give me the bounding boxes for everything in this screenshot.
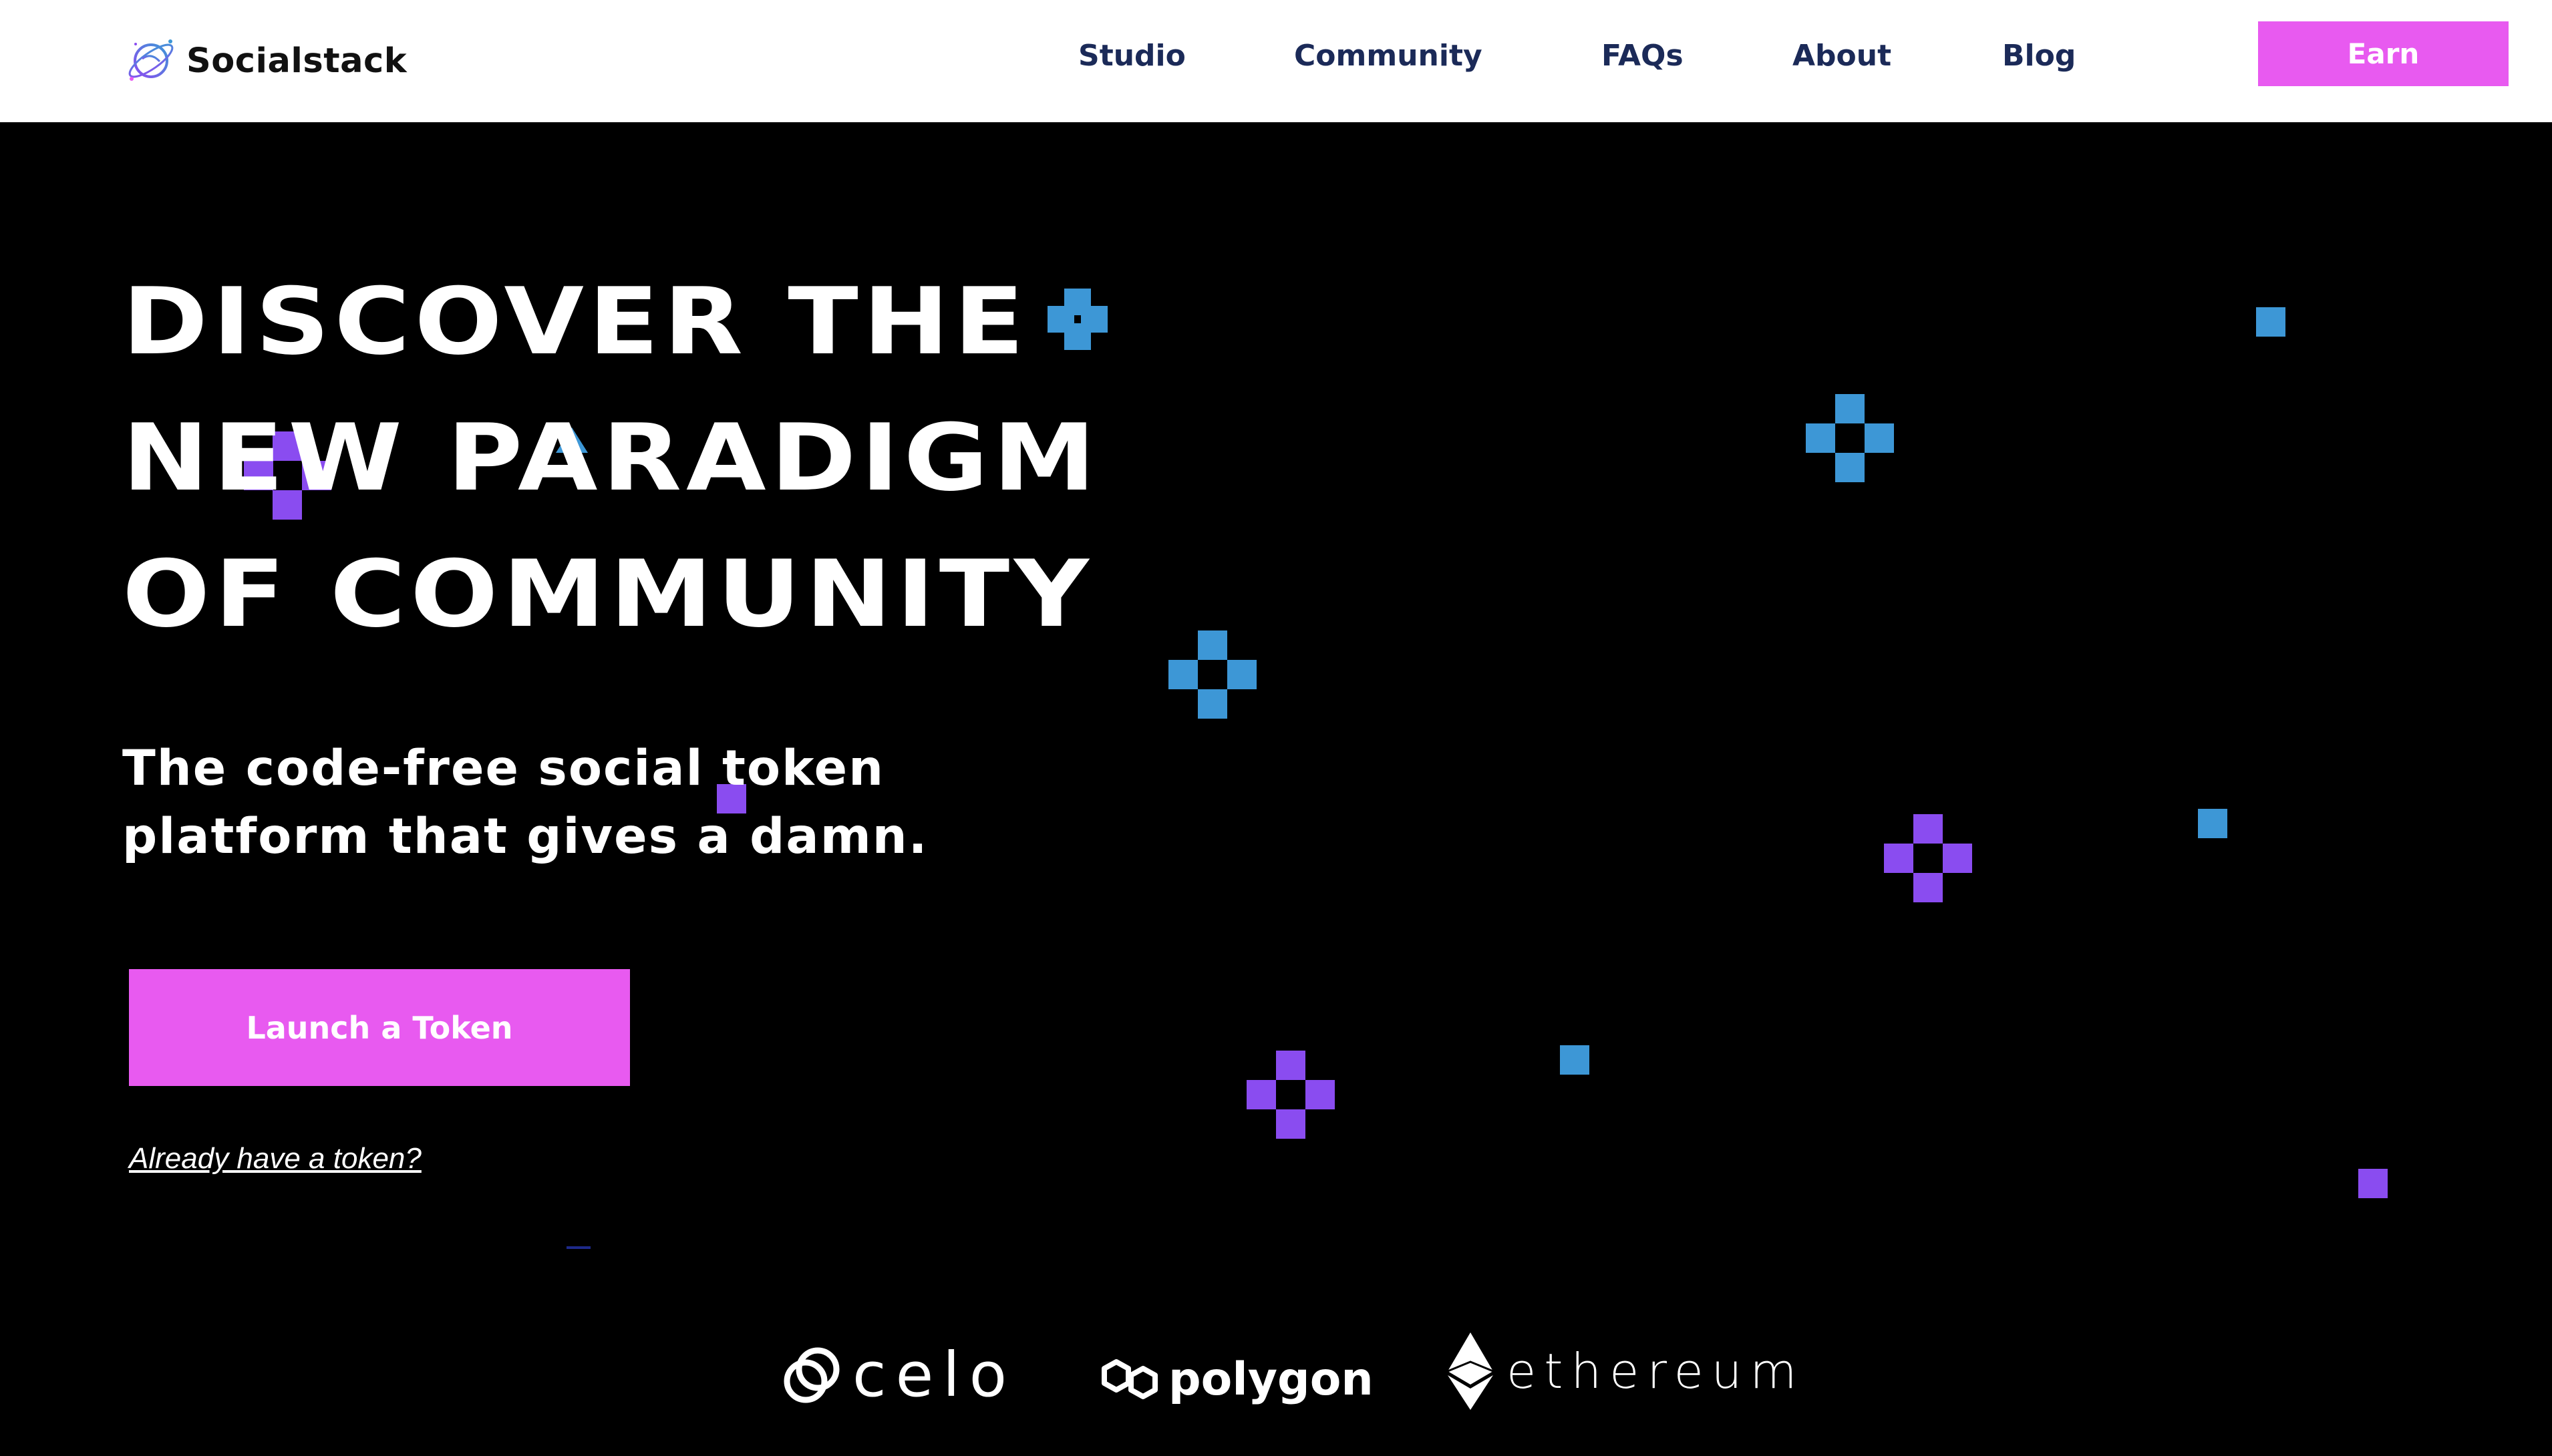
ethereum-logo: ethereum (1446, 1332, 1805, 1410)
nav-item-faqs[interactable]: FAQs (1601, 39, 1684, 73)
site-header: Socialstack Studio Community FAQs About … (0, 0, 2552, 122)
celo-icon (784, 1347, 840, 1403)
pixel-decoration (1835, 394, 1865, 423)
planet-logo-icon (128, 39, 174, 81)
pixel-decoration (2256, 307, 2285, 337)
launch-token-button[interactable]: Launch a Token (129, 969, 630, 1086)
pixel-decoration (1913, 873, 1943, 902)
pixel-decoration (1806, 423, 1835, 453)
brand-logo[interactable]: Socialstack (122, 32, 407, 89)
brand-name: Socialstack (186, 41, 408, 81)
hero-title: DISCOVER THE NEW PARADIGM OF COMMUNITY (122, 254, 1319, 663)
pixel-decoration (1168, 660, 1198, 689)
pixel-decoration (2358, 1169, 2388, 1198)
earn-button[interactable]: Earn (2258, 21, 2509, 86)
pixel-decoration (1913, 814, 1943, 844)
pixel-decoration (1835, 453, 1865, 482)
hero-subtitle-line: platform that gives a damn. (122, 808, 929, 865)
nav-item-studio[interactable]: Studio (1078, 39, 1186, 73)
nav-item-blog[interactable]: Blog (2002, 39, 2076, 73)
nav-item-about[interactable]: About (1792, 39, 1891, 73)
ethereum-icon (1447, 1332, 1494, 1410)
pixel-decoration (1276, 1109, 1305, 1139)
pixel-decoration (1276, 1051, 1305, 1080)
divider-dash (567, 1246, 591, 1249)
polygon-wordmark: polygon (1168, 1352, 1374, 1406)
pixel-decoration (1305, 1080, 1335, 1109)
hero-title-line: DISCOVER THE (122, 268, 1029, 375)
hero-subtitle-line: The code-free social token (122, 740, 885, 797)
already-have-token-link[interactable]: Already have a token? (129, 1142, 422, 1175)
polygon-logo: polygon (1099, 1352, 1374, 1406)
hero-title-line: OF COMMUNITY (122, 540, 1094, 648)
celo-logo: celo (782, 1339, 1016, 1411)
ethereum-wordmark: ethereum (1506, 1343, 1805, 1399)
pixel-decoration (1560, 1045, 1589, 1075)
hero-title-line: NEW PARADIGM (122, 404, 1100, 512)
celo-wordmark: celo (852, 1339, 1017, 1411)
pixel-decoration (1227, 660, 1257, 689)
pixel-decoration (1943, 844, 1972, 873)
pixel-decoration (1247, 1080, 1276, 1109)
pixel-decoration (2198, 809, 2227, 838)
pixel-decoration (1884, 844, 1913, 873)
polygon-icon (1102, 1359, 1158, 1399)
hero-subtitle: The code-free social token platform that… (122, 735, 1124, 871)
pixel-decoration (1198, 689, 1227, 719)
pixel-decoration (1865, 423, 1894, 453)
nav-item-community[interactable]: Community (1294, 39, 1482, 73)
